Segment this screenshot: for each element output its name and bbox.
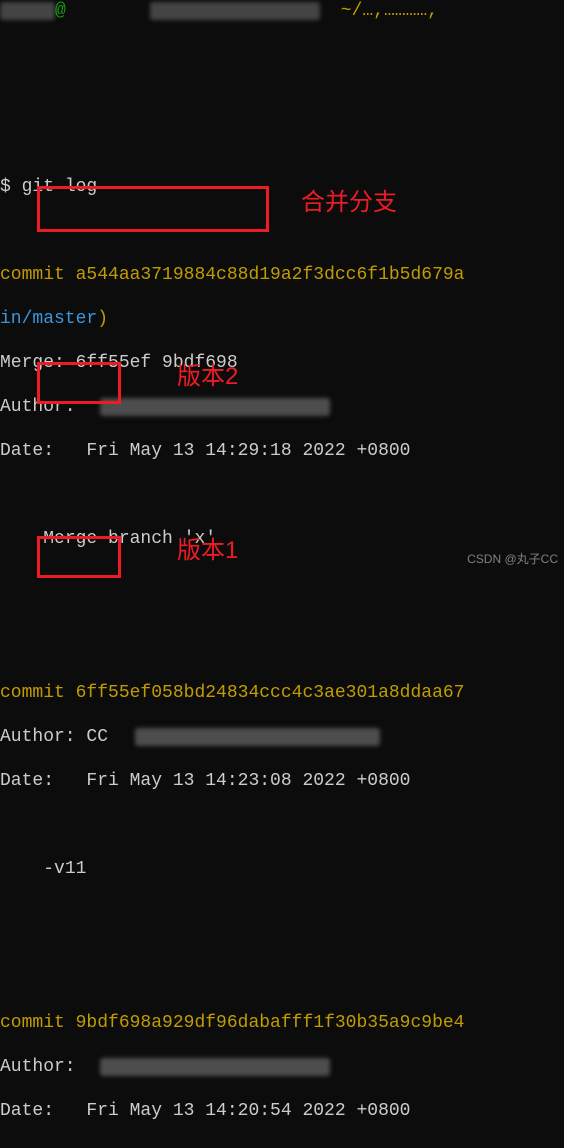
watermark: CSDN @丸子CC bbox=[467, 548, 558, 570]
annotation-text-merge: 合并分支 bbox=[301, 192, 397, 214]
date-line: Date: Fri May 13 14:29:18 2022 +0800 bbox=[0, 440, 564, 462]
date-label: Date: bbox=[0, 771, 86, 791]
date-label: Date: bbox=[0, 441, 86, 461]
smudge bbox=[100, 398, 330, 416]
commit-line: commit 6ff55ef058bd24834ccc4c3ae301a8dda… bbox=[0, 682, 564, 704]
author-line: Author: CC bbox=[0, 726, 564, 748]
blank-line bbox=[0, 594, 564, 616]
smudge bbox=[135, 728, 380, 746]
blank-line bbox=[0, 924, 564, 946]
commit-line: commit 9bdf698a929df96dabafff1f30b35a9c9… bbox=[0, 1012, 564, 1034]
commit-prefix: commit bbox=[0, 683, 76, 703]
msg-indent bbox=[0, 859, 43, 879]
commit-prefix: commit bbox=[0, 1013, 76, 1033]
date-value: Fri May 13 14:23:08 2022 +0800 bbox=[86, 771, 410, 791]
commit-ref-line: in/master) bbox=[0, 308, 564, 330]
smudge bbox=[0, 2, 55, 20]
date-value: Fri May 13 14:29:18 2022 +0800 bbox=[86, 441, 410, 461]
date-line: Date: Fri May 13 14:20:54 2022 +0800 bbox=[0, 1100, 564, 1122]
commit-hash: 6ff55ef058bd24834ccc4c3ae301a8ddaa67 bbox=[76, 683, 465, 703]
author-label: Author: bbox=[0, 1057, 86, 1077]
smudge bbox=[150, 2, 320, 20]
commit-hash: a544aa3719884c88d19a2f3dcc6f1b5d679a bbox=[76, 265, 465, 285]
prompt-symbol: $ bbox=[0, 177, 22, 197]
commit-hash: 9bdf698a929df96dabafff1f30b35a9c9be4 bbox=[76, 1013, 465, 1033]
annotation-box-v11 bbox=[37, 362, 121, 404]
ref-suffix: in/master bbox=[0, 309, 97, 329]
author-label: Author: bbox=[0, 727, 86, 747]
blank-line bbox=[0, 484, 564, 506]
ref-close: ) bbox=[97, 309, 108, 329]
date-line: Date: Fri May 13 14:23:08 2022 +0800 bbox=[0, 770, 564, 792]
date-value: Fri May 13 14:20:54 2022 +0800 bbox=[86, 1101, 410, 1121]
annotation-box-v22 bbox=[37, 536, 121, 578]
commit-line: commit a544aa3719884c88d19a2f3dcc6f1b5d6… bbox=[0, 264, 564, 286]
annotation-text-v11: 版本2 bbox=[177, 366, 238, 388]
author-line: Author: bbox=[0, 1056, 564, 1078]
message-line: -v11 bbox=[0, 858, 564, 902]
blank-line bbox=[0, 814, 564, 836]
commit-message: -v11 bbox=[43, 859, 86, 879]
date-label: Date: bbox=[0, 1101, 86, 1121]
annotation-box-merge bbox=[37, 186, 269, 232]
annotation-text-v22: 版本1 bbox=[177, 540, 238, 562]
at-sign: @ bbox=[55, 0, 66, 22]
author-value: CC bbox=[86, 727, 108, 747]
header-line: @ ~/…,…………, bbox=[0, 0, 564, 22]
path-suffix: ~/…,…………, bbox=[330, 0, 438, 22]
smudge bbox=[100, 1058, 330, 1076]
commit-prefix: commit bbox=[0, 265, 76, 285]
blank-line bbox=[0, 1144, 564, 1148]
